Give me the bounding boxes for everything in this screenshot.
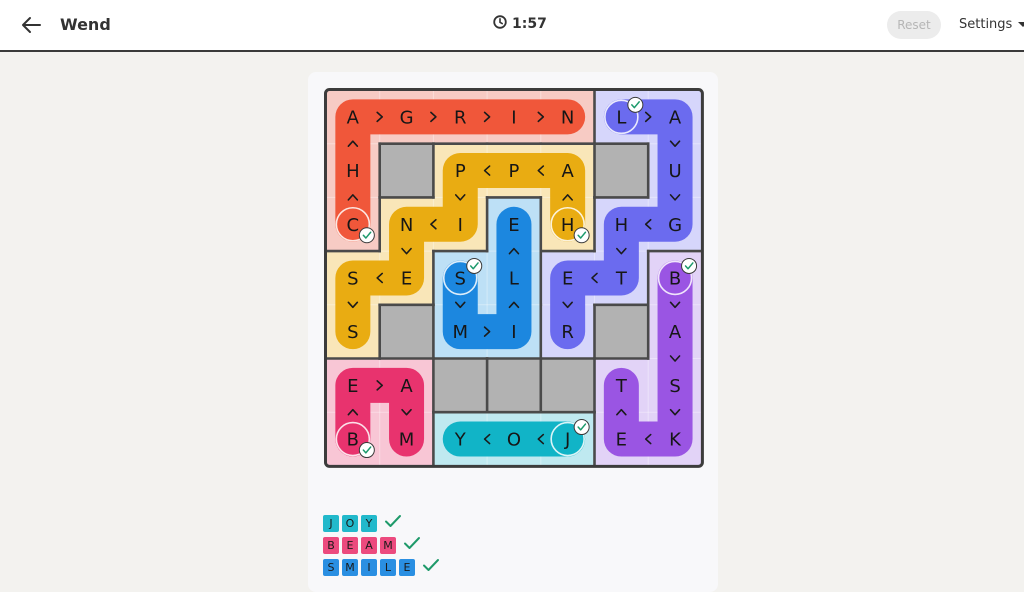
letter-cell[interactable]: B [347, 430, 359, 451]
letter-cell[interactable]: S [455, 268, 466, 289]
letter-cell[interactable]: S [347, 268, 358, 289]
letter-cell[interactable]: G [668, 215, 682, 236]
letter-cell[interactable]: T [615, 376, 628, 397]
letter-cell[interactable]: A [400, 376, 413, 397]
back-arrow-icon[interactable] [20, 14, 42, 36]
letter-cell[interactable]: E [347, 376, 358, 397]
letter-cell[interactable]: O [507, 430, 521, 451]
found-word-row: BEAM [323, 534, 440, 556]
checkmark-icon [422, 557, 440, 577]
blocked-cell [594, 143, 649, 198]
letter-cell[interactable]: K [669, 430, 682, 451]
letter-cell[interactable]: H [615, 215, 629, 236]
found-word-letter: O [342, 514, 358, 532]
letter-cell[interactable]: A [347, 107, 360, 128]
letter-cell[interactable]: H [346, 161, 360, 182]
check-badge-icon [358, 227, 375, 244]
letter-cell[interactable]: G [400, 107, 414, 128]
letter-cell[interactable]: A [669, 322, 682, 343]
found-words-list: JOYBEAMSMILE [323, 512, 440, 578]
letter-cell[interactable]: B [669, 268, 681, 289]
found-word-letter: S [323, 558, 339, 576]
letter-cell[interactable]: E [508, 215, 519, 236]
letter-cell[interactable]: I [458, 215, 463, 236]
letter-cell[interactable]: N [400, 215, 413, 236]
found-word-letter: J [323, 514, 339, 532]
letter-cell[interactable]: I [511, 107, 516, 128]
letter-cell[interactable]: C [347, 215, 360, 236]
letter-cell[interactable]: R [561, 322, 574, 343]
letter-cell[interactable]: N [561, 107, 574, 128]
letter-cell[interactable]: Y [454, 430, 467, 451]
settings-label: Settings [959, 17, 1013, 32]
letter-cell[interactable]: S [347, 322, 358, 343]
letter-cell[interactable]: E [401, 268, 412, 289]
found-word-row: JOY [323, 512, 440, 534]
letter-cell[interactable]: P [455, 161, 466, 182]
found-word-letter: E [342, 536, 358, 554]
game-title: Wend [60, 15, 111, 34]
found-word-letter: M [380, 536, 396, 554]
chevron-down-icon [1018, 22, 1024, 27]
puzzle-board[interactable]: A G R I N L A H P P A U C N I E H H G S E S L E T B S M I R A E A T S B M Y O J… [324, 88, 704, 468]
letter-cell[interactable]: I [511, 322, 516, 343]
blocked-cell [379, 304, 434, 360]
timer: 1:57 [493, 15, 547, 33]
letter-cell[interactable]: E [616, 430, 627, 451]
letter-cell[interactable]: H [561, 215, 575, 236]
letter-cell[interactable]: J [564, 430, 570, 451]
letter-cell[interactable]: U [668, 161, 681, 182]
check-badge-icon [627, 96, 644, 113]
found-word-letter: E [399, 558, 415, 576]
top-bar: Wend 1:57 Reset Settings [0, 0, 1024, 52]
check-badge-icon [681, 257, 698, 274]
found-word-letter: L [380, 558, 396, 576]
letter-cell[interactable]: R [454, 107, 467, 128]
letter-cell[interactable]: S [669, 376, 680, 397]
found-word-letter: Y [361, 514, 377, 532]
found-word-letter: B [323, 536, 339, 554]
found-word-letter: M [342, 558, 358, 576]
found-word-row: SMILE [323, 556, 440, 578]
letter-cell[interactable]: M [399, 430, 415, 451]
check-badge-icon [466, 257, 483, 274]
settings-dropdown[interactable]: Settings [959, 17, 1024, 32]
letter-cell[interactable]: L [509, 268, 519, 289]
check-badge-icon [573, 227, 590, 244]
checkmark-icon [384, 513, 402, 533]
checkmark-icon [403, 535, 421, 555]
blocked-cell [540, 358, 596, 413]
letter-cell[interactable]: A [669, 107, 682, 128]
letter-cell[interactable]: A [561, 161, 574, 182]
letter-cell[interactable]: L [616, 107, 626, 128]
blocked-cell [594, 304, 649, 360]
check-badge-icon [573, 419, 590, 436]
found-word-letter: A [361, 536, 377, 554]
letter-cell[interactable]: P [509, 161, 520, 182]
timer-value: 1:57 [512, 16, 547, 32]
blocked-cell [487, 358, 542, 413]
blocked-cell [433, 358, 488, 413]
found-word-letter: I [361, 558, 377, 576]
blocked-cell [379, 143, 434, 198]
letter-cell[interactable]: T [615, 268, 628, 289]
reset-button[interactable]: Reset [887, 11, 941, 39]
letter-cell[interactable]: M [452, 322, 468, 343]
clock-icon [493, 15, 507, 33]
check-badge-icon [358, 442, 375, 459]
letter-cell[interactable]: E [562, 268, 573, 289]
